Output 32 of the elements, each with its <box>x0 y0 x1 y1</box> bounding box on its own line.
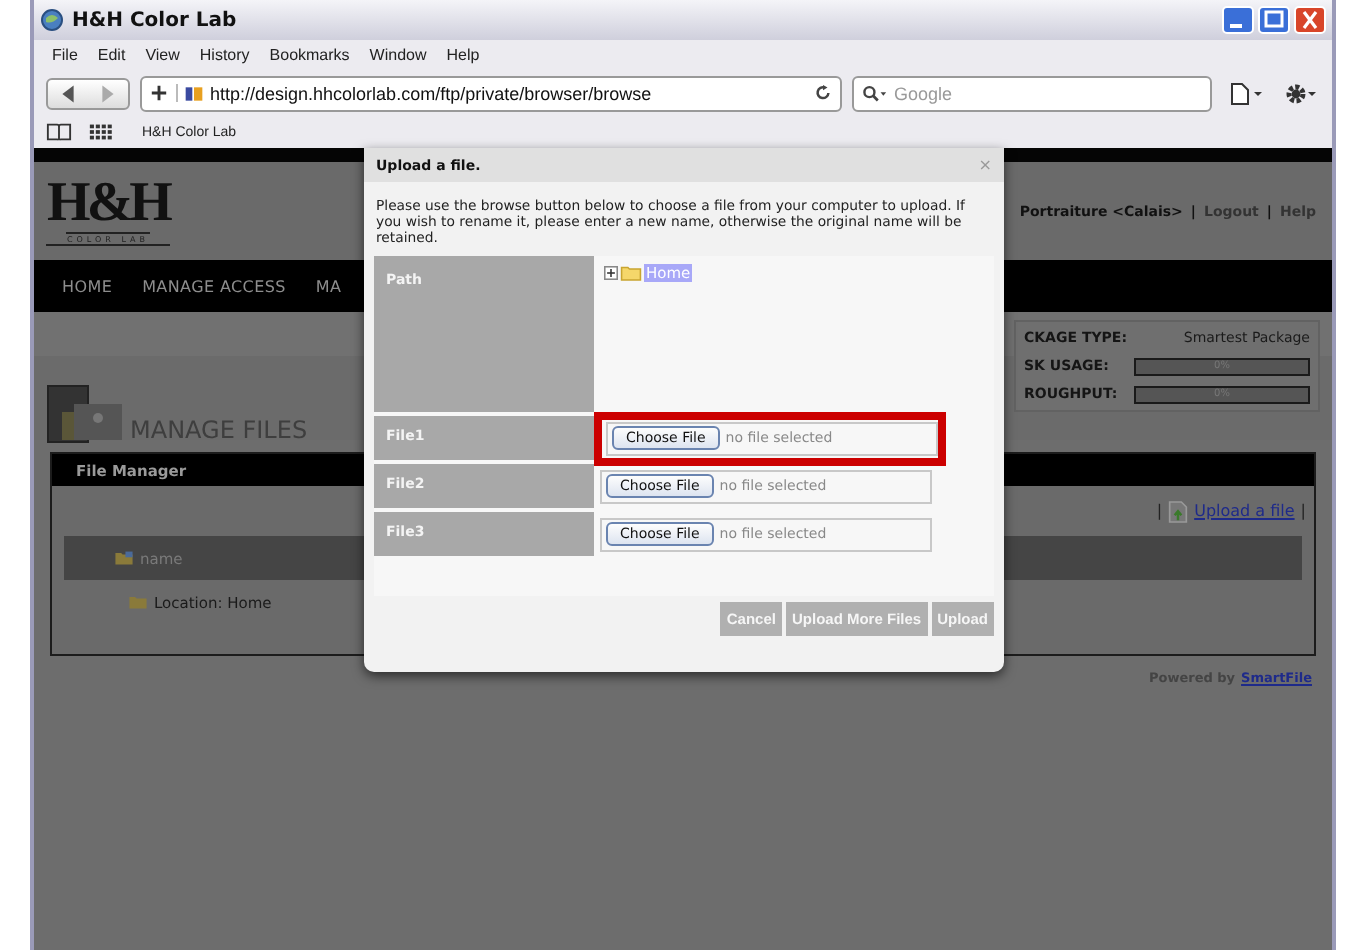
document-upload-icon <box>1168 499 1189 523</box>
reload-icon[interactable] <box>814 84 832 102</box>
close-icon[interactable] <box>1294 6 1326 34</box>
menu-item[interactable]: File <box>42 46 88 64</box>
separator: | <box>1156 502 1163 520</box>
site-icon <box>184 83 204 103</box>
folder-icon <box>114 550 134 566</box>
address-bar[interactable]: http://design.hhcolorlab.com/ftp/private/browser/browse <box>140 75 842 111</box>
menu-item[interactable]: View <box>135 46 190 64</box>
address-text: http://design.hhcolorlab.com/ftp/private/browser/browse <box>210 83 654 103</box>
book-icon[interactable] <box>46 122 72 142</box>
folder-icon <box>620 264 642 282</box>
folder-icon <box>128 594 148 610</box>
nav-item[interactable]: HOME <box>62 277 113 295</box>
menu-item[interactable]: Window <box>359 46 437 64</box>
settings-icon[interactable] <box>1284 81 1320 105</box>
globe-icon <box>40 8 64 32</box>
maximize-icon[interactable] <box>1258 6 1290 34</box>
menu-item[interactable]: History <box>189 46 260 64</box>
nav-item[interactable]: MA <box>315 277 342 295</box>
page-menu-icon[interactable] <box>1230 81 1266 105</box>
nav-item[interactable]: MANAGE ACCESS <box>142 277 286 295</box>
plus-icon[interactable] <box>150 84 178 102</box>
menu-item[interactable]: Edit <box>87 46 136 64</box>
window-title: H&H Color Lab <box>72 9 239 31</box>
search-icon <box>862 83 888 103</box>
grid-icon[interactable] <box>88 122 114 142</box>
minimize-icon[interactable] <box>1222 6 1254 34</box>
menu-item[interactable]: Help <box>436 46 490 64</box>
menu-item[interactable]: Bookmarks <box>259 46 360 64</box>
separator: | <box>1300 502 1306 520</box>
expand-icon[interactable] <box>604 266 618 280</box>
